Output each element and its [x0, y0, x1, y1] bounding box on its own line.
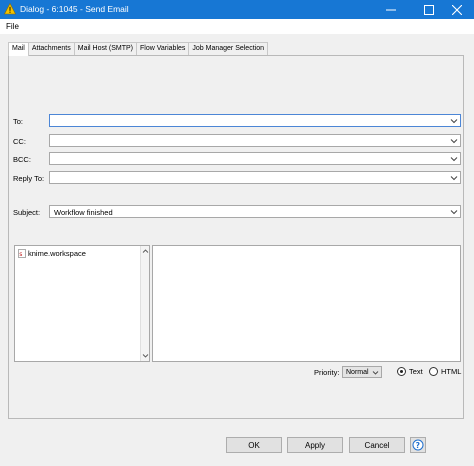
chevron-down-icon [450, 139, 458, 144]
reply-to-label: Reply To: [13, 174, 45, 183]
ok-button[interactable]: OK [226, 437, 282, 453]
priority-label: Priority: [314, 368, 340, 377]
cancel-button[interactable]: Cancel [349, 437, 405, 453]
list-item[interactable]: s knime.workspace [18, 249, 86, 258]
chevron-down-icon [450, 157, 458, 162]
format-text-label: Text [409, 367, 423, 376]
minimize-button[interactable] [374, 0, 408, 19]
close-button[interactable] [440, 0, 474, 19]
apply-button[interactable]: Apply [287, 437, 343, 453]
priority-select[interactable]: Normal [342, 366, 382, 378]
variable-name: knime.workspace [28, 249, 86, 258]
subject-label: Subject: [13, 208, 41, 217]
scroll-down-icon[interactable] [142, 352, 149, 359]
menu-bar: File [0, 19, 474, 34]
warning-triangle-icon [4, 3, 16, 15]
dialog-body: Mail Attachments Mail Host (SMTP) Flow V… [0, 34, 474, 466]
subject-value: Workflow finished [54, 208, 113, 217]
maximize-icon [424, 4, 434, 15]
subject-combo[interactable]: Workflow finished [49, 205, 461, 218]
flow-variable-list[interactable]: s knime.workspace [14, 245, 150, 362]
cc-label: CC: [13, 137, 26, 146]
svg-text:?: ? [416, 441, 420, 450]
tab-flow-variables[interactable]: Flow Variables [136, 42, 190, 55]
format-html-radio[interactable]: HTML [429, 367, 461, 376]
minimize-icon [386, 9, 396, 10]
title-bar: Dialog - 6:1045 - Send Email [0, 0, 474, 19]
list-scrollbar[interactable] [140, 246, 149, 361]
mail-panel: To: CC: BCC: Reply To: Subject: Workflow… [8, 55, 464, 419]
tab-mail[interactable]: Mail [8, 42, 29, 56]
scroll-up-icon[interactable] [142, 248, 149, 255]
chevron-down-icon [450, 176, 458, 181]
flow-variable-icon: s [18, 249, 26, 258]
window-title: Dialog - 6:1045 - Send Email [20, 4, 129, 14]
to-combo[interactable] [49, 114, 461, 127]
chevron-down-icon [450, 210, 458, 215]
chevron-down-icon [450, 119, 458, 124]
mail-body-input[interactable] [152, 245, 461, 362]
to-label: To: [13, 117, 24, 126]
help-icon: ? [412, 439, 424, 451]
bcc-combo[interactable] [49, 152, 461, 165]
bcc-label: BCC: [13, 155, 31, 164]
svg-text:s: s [19, 251, 22, 258]
cc-combo[interactable] [49, 134, 461, 147]
radio-dot[interactable] [429, 367, 438, 376]
chevron-down-icon [372, 371, 379, 375]
tab-attachments[interactable]: Attachments [27, 42, 75, 55]
priority-value: Normal [346, 369, 369, 376]
menu-file[interactable]: File [6, 22, 19, 31]
tab-strip: Mail Attachments Mail Host (SMTP) Flow V… [8, 42, 268, 56]
help-button[interactable]: ? [410, 437, 426, 453]
format-html-label: HTML [441, 367, 462, 376]
tab-mail-host[interactable]: Mail Host (SMTP) [73, 42, 137, 55]
format-text-radio[interactable]: Text [397, 367, 423, 376]
reply-to-combo[interactable] [49, 171, 461, 184]
close-icon [452, 4, 462, 15]
radio-dot[interactable] [397, 367, 406, 376]
tab-job-manager[interactable]: Job Manager Selection [188, 42, 268, 55]
